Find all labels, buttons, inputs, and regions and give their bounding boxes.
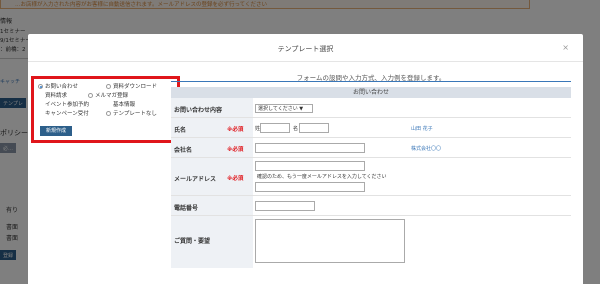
option-campaign[interactable]: キャンペーン受付 [38,109,89,117]
email-input[interactable] [255,161,365,171]
radio-checked-icon[interactable] [38,83,43,89]
option-label: 資料請求 [45,93,68,99]
radio-icon[interactable] [106,101,111,107]
create-new-button[interactable]: 新規作成 [40,126,72,136]
option-no-template[interactable]: テンプレートなし [106,109,157,117]
field-label-cell: 氏名 ※必須 [171,118,253,137]
last-name-input[interactable] [260,123,290,133]
field-label-cell: 電話番号 [171,196,253,215]
form-preview: お問い合わせ お問い合わせ内容 選択してください ▼ 氏名 ※必須 姓 名 山田… [171,87,571,268]
question-textarea[interactable] [255,219,405,263]
company-input[interactable] [255,143,365,153]
phone-input[interactable] [255,201,315,211]
option-newsletter[interactable]: メルマガ登録 [88,91,128,99]
modal-header: テンプレート選択 × [28,34,583,62]
subtitle-underline [171,81,571,82]
field-label-cell: 会社名 ※必須 [171,138,253,157]
template-select-modal: テンプレート選択 × お問い合わせ 資料ダウンロード 資料請求 メルマガ登録 イ… [28,34,583,284]
option-event[interactable]: イベント参加予約 [38,100,89,108]
required-badge: ※必須 [227,127,244,133]
required-badge: ※必須 [227,176,244,182]
email-confirm-input[interactable] [255,182,365,192]
radio-icon[interactable] [106,83,111,89]
company-label: 会社名 [174,147,193,154]
required-badge: ※必須 [227,147,244,153]
option-label: お問い合わせ [45,84,79,90]
option-request[interactable]: 資料請求 [38,91,67,99]
form-row-name: 氏名 ※必須 姓 名 山田 花子 [171,118,571,138]
form-row-inquiry: お問い合わせ内容 選択してください ▼ [171,98,571,118]
form-row-email: メールアドレス ※必須 確認のため、もう一度メールアドレスを入力してください [171,158,571,196]
form-row-company: 会社名 ※必須 株式会社〇〇 [171,138,571,158]
first-name-prefix: 名 [293,126,299,132]
name-label: 氏名 [174,127,187,134]
template-options-panel: お問い合わせ 資料ダウンロード 資料請求 メルマガ登録 イベント参加予約 基本情… [31,76,180,143]
option-inquiry[interactable]: お問い合わせ [38,82,78,90]
email-confirm-text: 確認のため、もう一度メールアドレスを入力してください [257,174,387,180]
form-row-question: ご質問・要望 [171,216,571,268]
option-download[interactable]: 資料ダウンロード [106,82,157,90]
option-label: イベント参加予約 [45,102,90,108]
field-label-cell: メールアドレス ※必須 [171,158,253,195]
option-label: テンプレートなし [113,111,157,117]
option-label: 資料ダウンロード [113,84,158,90]
option-label: メルマガ登録 [95,93,129,99]
radio-icon[interactable] [88,92,93,98]
field-label-cell: ご質問・要望 [171,216,253,268]
first-name-input[interactable] [299,123,329,133]
inquiry-label: お問い合わせ内容 [174,107,223,114]
modal-title: テンプレート選択 [277,45,334,53]
question-label: ご質問・要望 [174,238,211,245]
option-basic-info[interactable]: 基本情報 [106,100,135,108]
radio-icon[interactable] [38,110,43,116]
radio-icon[interactable] [38,101,43,107]
radio-icon[interactable] [106,110,111,116]
option-label: 基本情報 [113,102,136,108]
radio-icon[interactable] [38,92,43,98]
phone-label: 電話番号 [174,205,199,212]
inquiry-select[interactable]: 選択してください ▼ [255,104,313,113]
company-hint: 株式会社〇〇 [411,146,442,152]
option-label: キャンペーン受付 [45,111,89,117]
form-row-phone: 電話番号 [171,196,571,216]
close-icon[interactable]: × [562,43,569,52]
form-header: お問い合わせ [171,87,571,98]
name-hint: 山田 花子 [411,126,433,132]
email-label: メールアドレス [174,176,217,183]
field-label-cell: お問い合わせ内容 [171,98,253,117]
